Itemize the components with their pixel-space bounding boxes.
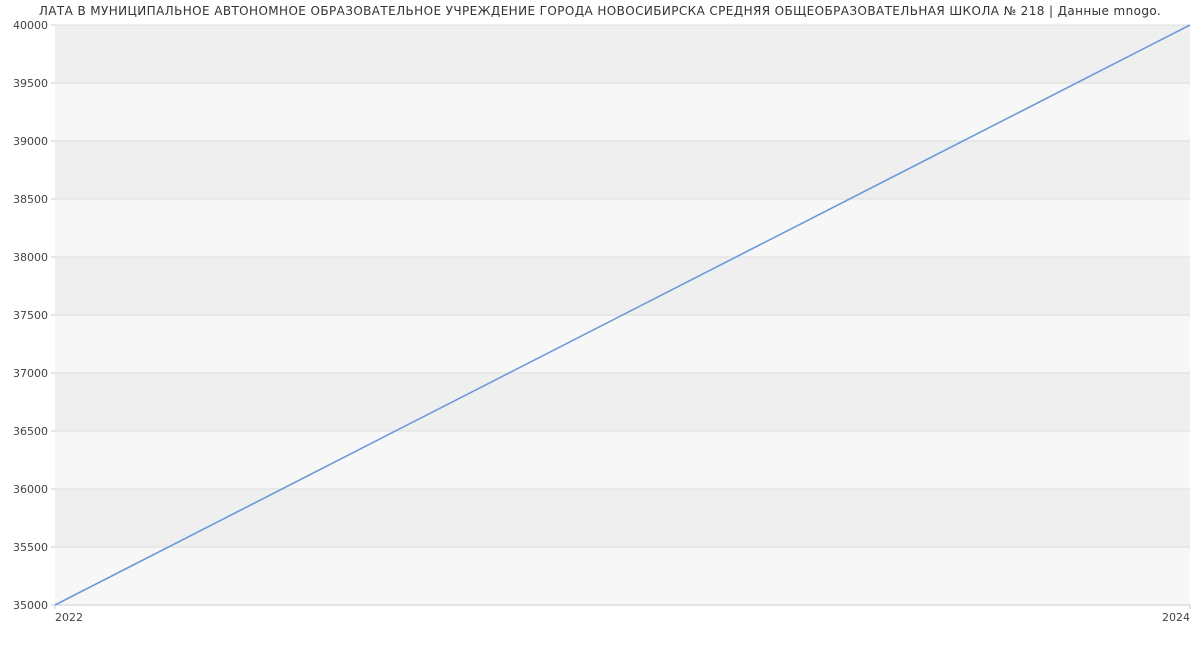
svg-text:36500: 36500 (13, 425, 48, 438)
chart-title: ЛАТА В МУНИЦИПАЛЬНОЕ АВТОНОМНОЕ ОБРАЗОВА… (0, 0, 1200, 18)
chart-area: 35000 35500 36000 36500 37000 37500 38000 38500… (0, 20, 1200, 630)
svg-text:40000: 40000 (13, 20, 48, 32)
svg-text:38500: 38500 (13, 193, 48, 206)
svg-text:35500: 35500 (13, 541, 48, 554)
svg-text:35000: 35000 (13, 599, 48, 612)
svg-text:39500: 39500 (13, 77, 48, 90)
svg-text:39000: 39000 (13, 135, 48, 148)
chart-svg: 35000 35500 36000 36500 37000 37500 38000 38500… (0, 20, 1200, 630)
svg-text:2022: 2022 (55, 611, 83, 624)
svg-text:37000: 37000 (13, 367, 48, 380)
svg-text:2024: 2024 (1162, 611, 1190, 624)
svg-text:37500: 37500 (13, 309, 48, 322)
svg-text:38000: 38000 (13, 251, 48, 264)
svg-text:36000: 36000 (13, 483, 48, 496)
